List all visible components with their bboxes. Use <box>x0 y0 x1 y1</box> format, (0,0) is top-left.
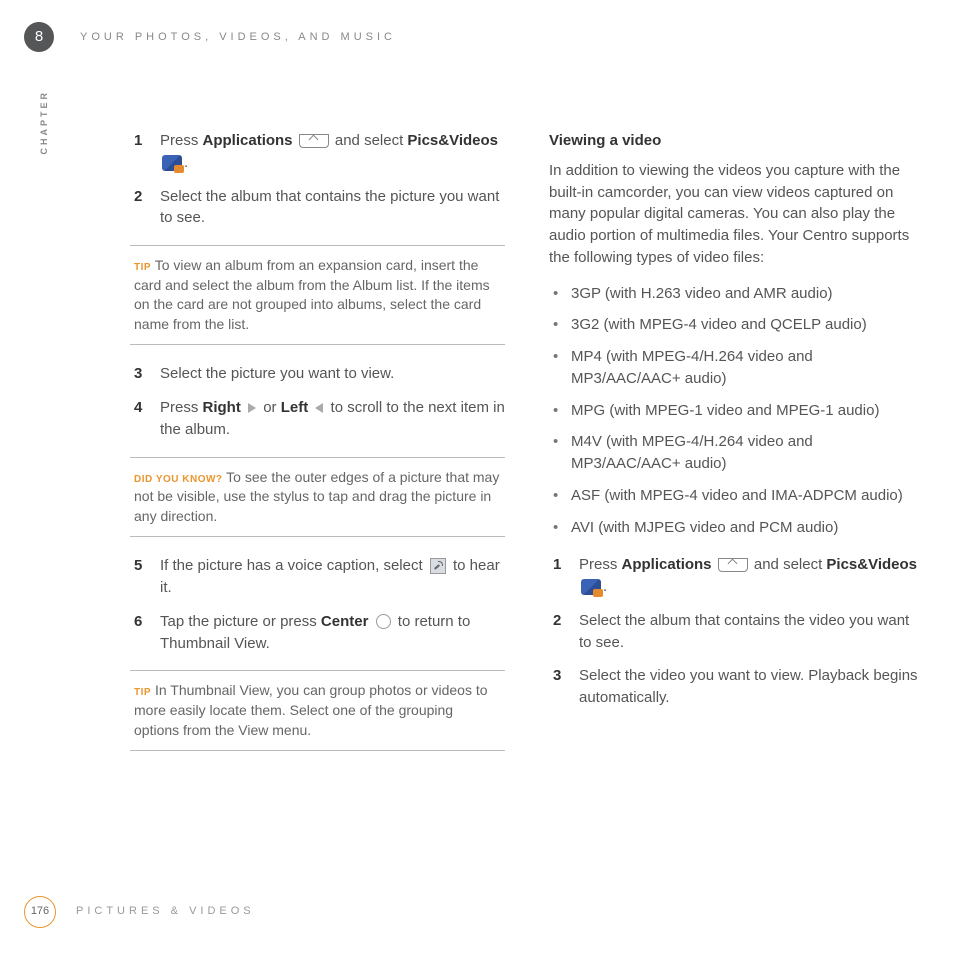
r-step-3: Select the video you want to view. Playb… <box>549 665 924 709</box>
step-1: Press Applications and select Pics&Video… <box>130 130 505 174</box>
list-item: 3G2 (with MPEG-4 video and QCELP audio) <box>549 314 924 336</box>
tip-box: TIP To view an album from an expansion c… <box>130 245 505 345</box>
home-icon <box>718 558 748 572</box>
pics-videos-icon <box>162 155 182 171</box>
page-number-badge: 176 <box>24 896 56 928</box>
did-you-know-box: DID YOU KNOW? To see the outer edges of … <box>130 457 505 538</box>
step-6: Tap the picture or press Center to retur… <box>130 611 505 655</box>
right-arrow-icon <box>248 403 256 413</box>
step-2: Select the album that contains the pictu… <box>130 186 505 230</box>
intro-paragraph: In addition to viewing the videos you ca… <box>549 160 924 269</box>
list-item: AVI (with MJPEG video and PCM audio) <box>549 517 924 539</box>
left-arrow-icon <box>315 403 323 413</box>
list-item: ASF (with MPEG-4 video and IMA-ADPCM aud… <box>549 485 924 507</box>
chapter-label: CHAPTER <box>38 90 51 155</box>
list-item: MP4 (with MPEG-4/H.264 video and MP3/AAC… <box>549 346 924 390</box>
tip-label-2: TIP <box>134 687 151 698</box>
page-number: 176 <box>31 904 49 920</box>
right-column: Viewing a video In addition to viewing t… <box>549 130 924 769</box>
left-column: Press Applications and select Pics&Video… <box>130 130 505 769</box>
step-5: If the picture has a voice caption, sele… <box>130 555 505 599</box>
list-item: MPG (with MPEG-1 video and MPEG-1 audio) <box>549 400 924 422</box>
running-header: YOUR PHOTOS, VIDEOS, AND MUSIC <box>80 30 396 46</box>
list-item: M4V (with MPEG-4/H.264 video and MP3/AAC… <box>549 431 924 475</box>
list-item: 3GP (with H.263 video and AMR audio) <box>549 283 924 305</box>
audio-icon <box>430 558 446 574</box>
tip-text: To view an album from an expansion card,… <box>134 257 490 332</box>
step-4: Press Right or Left to scroll to the nex… <box>130 397 505 441</box>
r-step-1: Press Applications and select Pics&Video… <box>549 554 924 598</box>
footer-title: PICTURES & VIDEOS <box>76 904 255 920</box>
home-icon <box>299 134 329 148</box>
section-heading: Viewing a video <box>549 130 924 152</box>
dyk-label: DID YOU KNOW? <box>134 474 223 485</box>
format-list: 3GP (with H.263 video and AMR audio) 3G2… <box>549 283 924 539</box>
tip-text-2: In Thumbnail View, you can group photos … <box>134 682 488 737</box>
step-3: Select the picture you want to view. <box>130 363 505 385</box>
chapter-badge: 8 <box>24 22 54 52</box>
tip-box-2: TIP In Thumbnail View, you can group pho… <box>130 670 505 751</box>
pics-videos-icon <box>581 579 601 595</box>
tip-label: TIP <box>134 262 151 273</box>
page-footer: 176 PICTURES & VIDEOS <box>24 896 255 928</box>
chapter-number: 8 <box>35 26 43 48</box>
r-step-2: Select the album that contains the video… <box>549 610 924 654</box>
center-button-icon <box>376 614 391 629</box>
